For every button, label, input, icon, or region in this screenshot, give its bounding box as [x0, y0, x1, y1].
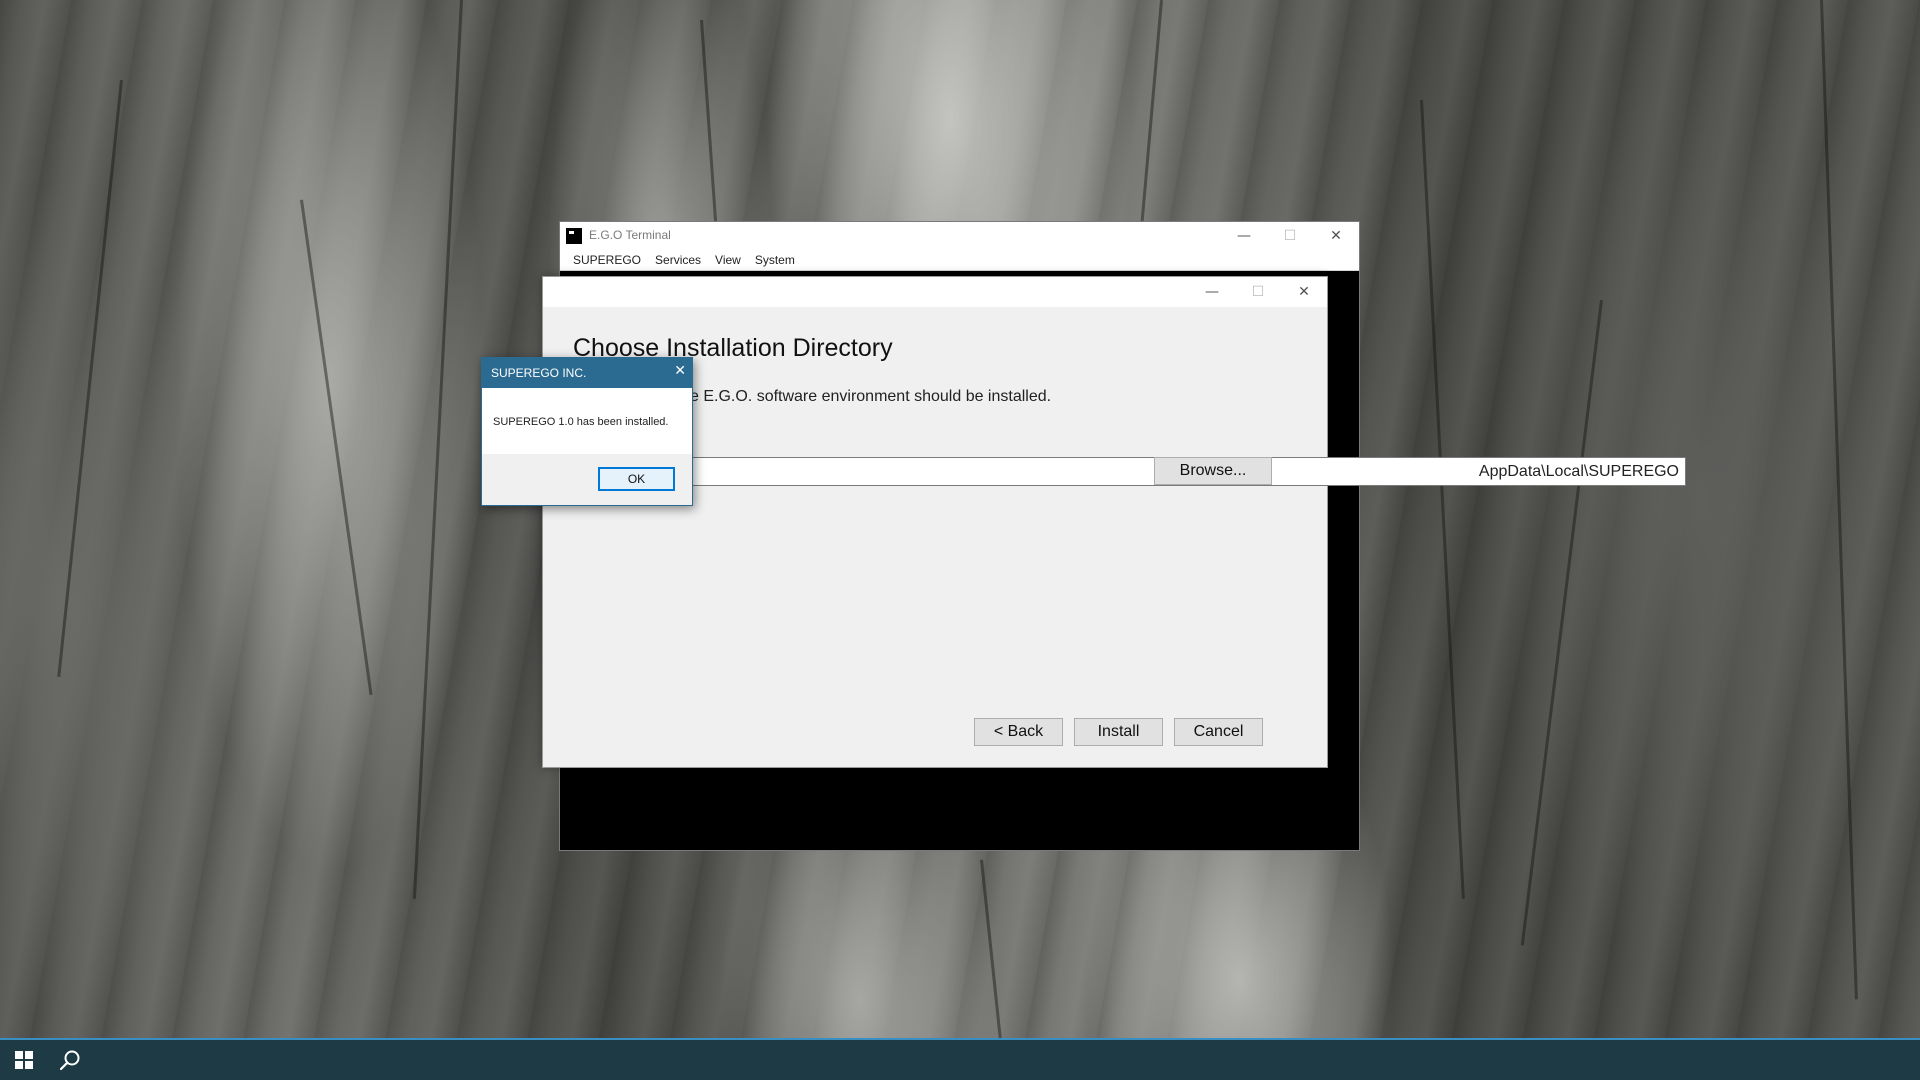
- message-box-titlebar[interactable]: SUPEREGO INC. ✕: [482, 358, 692, 388]
- rock-crack: [1820, 0, 1858, 1000]
- terminal-title: E.G.O Terminal: [589, 228, 671, 242]
- rock-crack: [57, 80, 123, 678]
- message-box-title: SUPEREGO INC.: [491, 366, 587, 380]
- search-button[interactable]: [46, 1040, 94, 1080]
- menu-system[interactable]: System: [748, 250, 802, 270]
- installer-window: — ☐ ✕ Choose Installation Directory e E.…: [542, 276, 1686, 768]
- cancel-button[interactable]: Cancel: [1174, 718, 1263, 746]
- message-box-footer: OK: [482, 454, 692, 505]
- close-icon[interactable]: ✕: [1281, 277, 1327, 307]
- rock-crack: [1139, 0, 1163, 230]
- maximize-icon[interactable]: ☐: [1235, 277, 1281, 307]
- rock-crack: [412, 0, 463, 899]
- rock-crack: [300, 199, 373, 696]
- windows-start-icon: [15, 1051, 33, 1069]
- taskbar: [0, 1038, 1920, 1080]
- back-button[interactable]: < Back: [974, 718, 1063, 746]
- close-icon[interactable]: ✕: [674, 363, 686, 379]
- menu-services[interactable]: Services: [648, 250, 708, 270]
- rock-crack: [1420, 99, 1465, 899]
- close-icon[interactable]: ✕: [1313, 222, 1359, 250]
- start-button[interactable]: [0, 1040, 48, 1080]
- rock-crack: [980, 859, 1002, 1038]
- install-button[interactable]: Install: [1074, 718, 1163, 746]
- terminal-app-icon: [566, 228, 582, 244]
- message-box: SUPEREGO INC. ✕ SUPEREGO 1.0 has been in…: [481, 357, 693, 506]
- menu-superego[interactable]: SUPEREGO: [566, 250, 648, 270]
- search-icon: [59, 1050, 80, 1071]
- maximize-icon[interactable]: ☐: [1267, 222, 1313, 250]
- menu-view[interactable]: View: [708, 250, 748, 270]
- rock-crack: [1520, 300, 1603, 946]
- installer-titlebar[interactable]: — ☐ ✕: [543, 277, 1327, 307]
- terminal-menubar: SUPEREGO Services View System: [560, 250, 1359, 271]
- terminal-titlebar[interactable]: E.G.O Terminal — ☐ ✕: [560, 222, 1359, 250]
- minimize-icon[interactable]: —: [1221, 222, 1267, 250]
- minimize-icon[interactable]: —: [1189, 277, 1235, 307]
- browse-button[interactable]: Browse...: [1154, 457, 1272, 485]
- ok-button[interactable]: OK: [598, 467, 675, 491]
- message-box-text: SUPEREGO 1.0 has been installed.: [493, 416, 669, 428]
- installer-description: e E.G.O. software environment should be …: [690, 388, 1052, 405]
